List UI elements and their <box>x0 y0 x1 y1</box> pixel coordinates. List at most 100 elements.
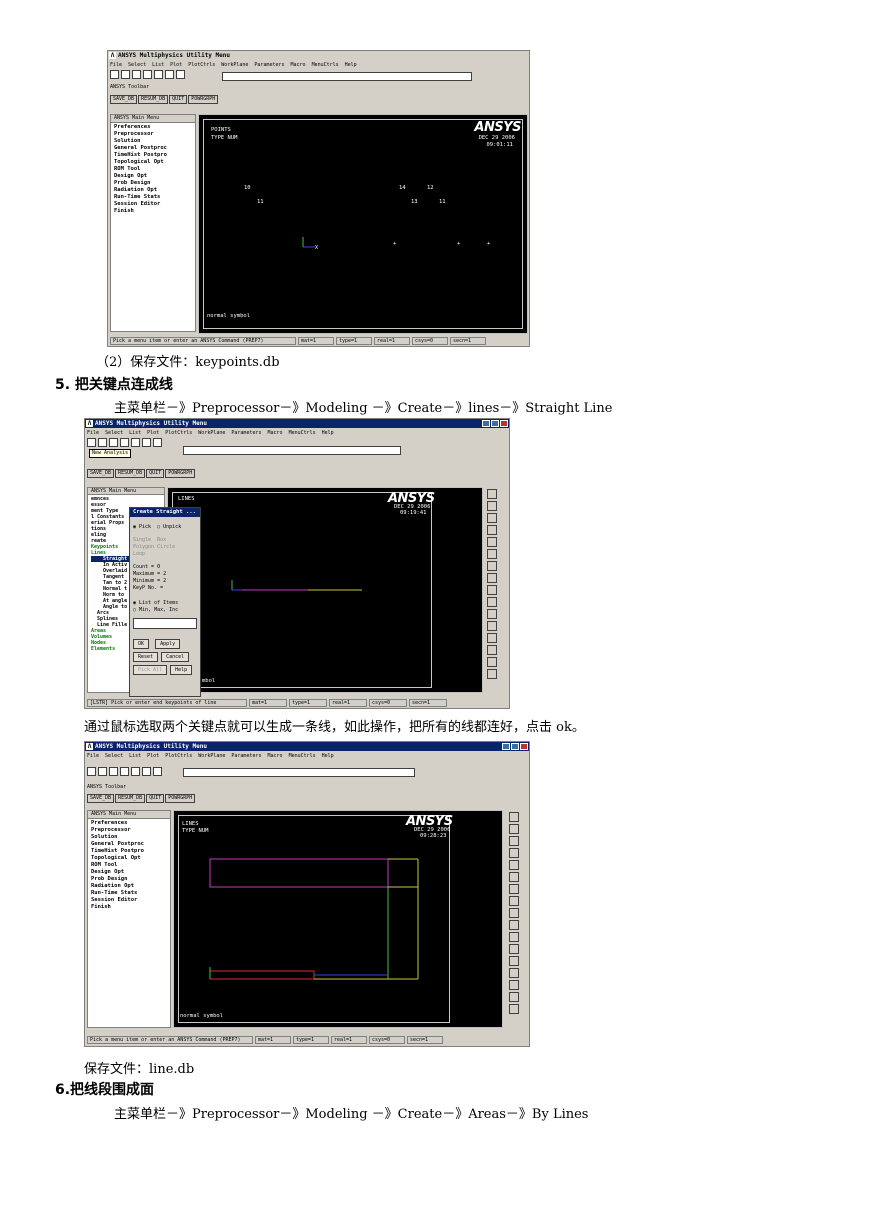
left-view-icon[interactable] <box>509 884 519 894</box>
quit-button[interactable]: QUIT <box>146 794 165 803</box>
menu-file[interactable]: File <box>87 753 99 759</box>
back-view-icon[interactable] <box>487 549 497 559</box>
menu-item-session-editor[interactable]: Session Editor <box>91 897 167 904</box>
menu-plot[interactable]: Plot <box>147 430 159 436</box>
help-icon[interactable] <box>142 438 151 447</box>
menu-item-design-opt[interactable]: Design Opt <box>91 869 167 876</box>
front-view-icon[interactable] <box>487 513 497 523</box>
oblique-view-icon[interactable] <box>509 908 519 918</box>
apply-button[interactable]: Apply <box>155 639 181 649</box>
resume-db-button[interactable]: RESUM_DB <box>138 95 169 104</box>
menu-item-radiation-opt[interactable]: Radiation Opt <box>114 187 192 194</box>
rotate-up-icon[interactable] <box>509 1004 519 1014</box>
plot-icon[interactable] <box>120 438 129 447</box>
zoom-out-icon[interactable] <box>509 968 519 978</box>
zoom-box-icon[interactable] <box>509 932 519 942</box>
help-icon[interactable] <box>142 767 151 776</box>
help-icon[interactable] <box>165 70 174 79</box>
left-view-icon[interactable] <box>487 561 497 571</box>
command-input[interactable] <box>183 446 401 455</box>
command-icon[interactable] <box>153 438 162 447</box>
open-folder-icon[interactable] <box>121 70 130 79</box>
menu-item-timehist[interactable]: TimeHist Postpro <box>114 152 192 159</box>
plot-icon[interactable] <box>143 70 152 79</box>
menu-plotctrls[interactable]: PlotCtrls <box>165 753 192 759</box>
top-view-icon[interactable] <box>509 848 519 858</box>
menu-workplane[interactable]: WorkPlane <box>221 62 248 68</box>
menu-item-general-postproc[interactable]: General Postproc <box>114 145 192 152</box>
menu-item-rom-tool[interactable]: ROM Tool <box>114 166 192 173</box>
menu-item-runtime-stats[interactable]: Run-Time Stats <box>114 194 192 201</box>
cancel-button[interactable]: Cancel <box>161 652 190 662</box>
back-view-icon[interactable] <box>509 872 519 882</box>
menu-item-rom-tool[interactable]: ROM Tool <box>91 862 167 869</box>
new-file-icon[interactable] <box>87 438 96 447</box>
menu-item-finish[interactable]: Finish <box>91 904 167 911</box>
menu-parameters[interactable]: Parameters <box>231 753 261 759</box>
save-db-button[interactable]: SAVE_DB <box>110 95 138 104</box>
menu-macro[interactable]: Macro <box>268 753 283 759</box>
menu-list[interactable]: List <box>129 430 141 436</box>
command-icon[interactable] <box>153 767 162 776</box>
bottom-view-icon[interactable] <box>487 573 497 583</box>
menu-file[interactable]: File <box>110 62 122 68</box>
menu-item-preferences[interactable]: Preferences <box>114 124 192 131</box>
menu-item-design-opt[interactable]: Design Opt <box>114 173 192 180</box>
open-folder-icon[interactable] <box>98 438 107 447</box>
view-selector[interactable] <box>509 812 519 822</box>
quit-button[interactable]: QUIT <box>169 95 188 104</box>
pick-input[interactable] <box>133 618 197 629</box>
save-db-button[interactable]: SAVE_DB <box>87 794 115 803</box>
menu-list[interactable]: List <box>129 753 141 759</box>
menu-item-general-postproc[interactable]: General Postproc <box>91 841 167 848</box>
rotate-left-icon[interactable] <box>487 657 497 667</box>
powergraph-button[interactable]: POWRGRPH <box>165 794 196 803</box>
menu-help[interactable]: Help <box>322 753 334 759</box>
menu-item-finish[interactable]: Finish <box>114 208 192 215</box>
zoom-box-icon[interactable] <box>487 609 497 619</box>
zoom-icon[interactable] <box>487 597 497 607</box>
menu-parameters[interactable]: Parameters <box>254 62 284 68</box>
menu-item-solution[interactable]: Solution <box>91 834 167 841</box>
print-icon[interactable] <box>131 767 140 776</box>
graphics-window[interactable]: LINES ANSYS DEC 29 2006 09:19:41 mbol <box>167 487 483 693</box>
menu-item-preferences[interactable]: Preferences <box>91 820 167 827</box>
menu-list[interactable]: List <box>152 62 164 68</box>
save-icon[interactable] <box>132 70 141 79</box>
menu-item-topological[interactable]: Topological Opt <box>91 855 167 862</box>
menu-select[interactable]: Select <box>128 62 146 68</box>
command-icon[interactable] <box>176 70 185 79</box>
save-icon[interactable] <box>109 438 118 447</box>
print-icon[interactable] <box>131 438 140 447</box>
menu-item-topological[interactable]: Topological Opt <box>114 159 192 166</box>
menu-help[interactable]: Help <box>345 62 357 68</box>
menu-file[interactable]: File <box>87 430 99 436</box>
open-folder-icon[interactable] <box>98 767 107 776</box>
menu-select[interactable]: Select <box>105 430 123 436</box>
save-icon[interactable] <box>109 767 118 776</box>
menu-menuctrls[interactable]: MenuCtrls <box>289 753 316 759</box>
menu-item-runtime-stats[interactable]: Run-Time Stats <box>91 890 167 897</box>
loop-option[interactable]: Loop <box>133 551 197 558</box>
menu-select[interactable]: Select <box>105 753 123 759</box>
menu-item-timehist[interactable]: TimeHist Postpro <box>91 848 167 855</box>
menu-workplane[interactable]: WorkPlane <box>198 753 225 759</box>
oblique-view-icon[interactable] <box>487 585 497 595</box>
command-input[interactable] <box>183 768 415 777</box>
resume-db-button[interactable]: RESUM_DB <box>115 794 146 803</box>
print-icon[interactable] <box>154 70 163 79</box>
menu-item-prob-design[interactable]: Prob Design <box>91 876 167 883</box>
menu-workplane[interactable]: WorkPlane <box>198 430 225 436</box>
zoom-icon[interactable] <box>509 920 519 930</box>
menu-item-solution[interactable]: Solution <box>114 138 192 145</box>
menu-item-preprocessor[interactable]: Preprocessor <box>91 827 167 834</box>
bottom-view-icon[interactable] <box>509 896 519 906</box>
rotate-right-icon[interactable] <box>509 992 519 1002</box>
pick-all-button[interactable]: Pick All <box>133 665 168 675</box>
plot-icon[interactable] <box>120 767 129 776</box>
minimize-icon[interactable] <box>502 743 510 750</box>
menu-menuctrls[interactable]: MenuCtrls <box>289 430 316 436</box>
graphics-window[interactable]: POINTS TYPE NUM ANSYS DEC 29 2006 09:01:… <box>198 114 528 334</box>
single-option[interactable]: Single <box>133 537 151 543</box>
ok-button[interactable]: OK <box>133 639 150 649</box>
